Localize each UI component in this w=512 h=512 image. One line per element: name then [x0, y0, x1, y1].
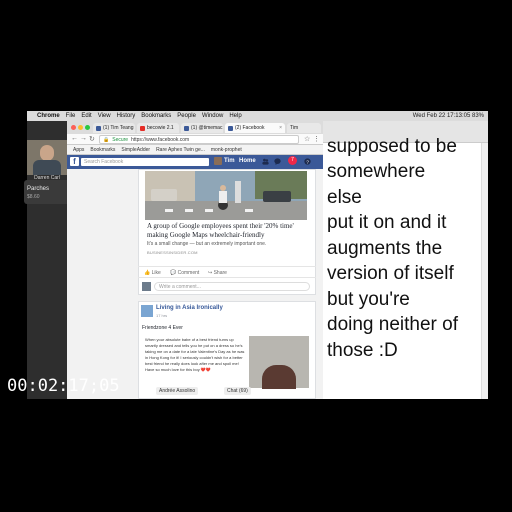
post-action-bar: 👍 Like 💬 Comment ↪ Share: [138, 266, 316, 278]
facebook-favicon-icon: [96, 125, 101, 131]
link-headline[interactable]: A group of Google employees spent their …: [147, 222, 307, 240]
link-domain: BUSINESSINSIDER.COM: [147, 250, 198, 255]
messages-icon[interactable]: [274, 158, 281, 165]
friend-requests-icon[interactable]: [262, 158, 269, 165]
editor-line: somewhere: [327, 161, 426, 182]
menu-item-help[interactable]: Help: [229, 113, 241, 119]
tab-bar: (1) Tim Teang becowie 2.1 (1) @timemac (…: [67, 121, 323, 134]
like-button[interactable]: 👍 Like: [144, 270, 161, 276]
link-description: It's a small change — but an extremely i…: [147, 241, 267, 247]
tab-tim-teang[interactable]: (1) Tim Teang: [93, 123, 135, 133]
comment-label: Comment: [177, 270, 200, 276]
window-zoom-icon[interactable]: [85, 125, 90, 130]
menu-item-history[interactable]: History: [117, 113, 136, 119]
profile-name-link[interactable]: Tim: [224, 158, 235, 164]
window-minimize-icon[interactable]: [78, 125, 83, 130]
tab-label: (1) @timemac: [191, 125, 223, 131]
bookmark-apps[interactable]: Apps: [73, 147, 84, 153]
window-close-icon[interactable]: [71, 125, 76, 130]
editor-line: supposed to be: [327, 136, 457, 157]
url-input[interactable]: 🔒 Secure https://www.facebook.com: [99, 135, 299, 144]
tab-label: Tim: [290, 125, 299, 131]
editor-scrollbar[interactable]: [481, 143, 488, 399]
close-tab-icon[interactable]: ×: [279, 125, 282, 131]
editor-line: augments the: [327, 238, 443, 259]
post-footer: Andrée Assolino Chat (69): [140, 387, 312, 396]
post-timestamp[interactable]: 17 hrs: [156, 313, 167, 318]
comment-input[interactable]: Write a comment...: [154, 282, 310, 291]
tab-label: (1) Tim Teang: [103, 125, 134, 131]
commenter-avatar: [142, 282, 151, 291]
tab-timemac[interactable]: (1) @timemac: [181, 123, 223, 133]
comment-icon: 💬: [170, 270, 177, 276]
editor-line: put it on and it: [327, 212, 447, 233]
share-label: Share: [213, 270, 227, 276]
url-text: https://www.facebook.com: [131, 136, 190, 143]
lock-icon: 🔒: [103, 136, 110, 143]
street-photo-image[interactable]: [145, 171, 307, 220]
comment-button[interactable]: 💬 Comment: [170, 270, 199, 276]
menu-item-view[interactable]: View: [98, 113, 111, 119]
help-question-icon[interactable]: ?: [304, 158, 311, 165]
page-name-link[interactable]: Living in Asia Ironically: [156, 305, 223, 311]
tab-tim[interactable]: Tim: [287, 123, 321, 133]
editor-line: doing neither of: [327, 314, 458, 335]
tab-becowie[interactable]: becowie 2.1: [137, 123, 179, 133]
webcam-preview: [27, 140, 67, 175]
post-body-text: When your absolute babe of a best friend…: [145, 337, 245, 372]
tagged-user-chip[interactable]: Andrée Assolino: [156, 387, 199, 395]
facebook-favicon-icon: [184, 125, 189, 131]
menu-status-clock: Wed Feb 22 17:13:05 83%: [412, 113, 484, 119]
svg-text:?: ?: [306, 159, 309, 165]
editor-line: those :D: [327, 340, 398, 361]
home-link[interactable]: Home: [239, 158, 256, 164]
bookmark-aphex-twin[interactable]: Rare Aphex Twin ge...: [156, 147, 205, 153]
editor-line: else: [327, 187, 362, 208]
menu-bar: Chrome File Edit View History Bookmarks …: [27, 111, 488, 121]
reload-icon[interactable]: ↻: [89, 135, 95, 143]
bookmarks-bar: Apps Bookmarks SimpleAdder Rare Aphex Tw…: [67, 145, 323, 155]
webcam-person-body: [33, 160, 61, 175]
back-arrow-icon[interactable]: ←: [71, 135, 78, 142]
chat-sidebar-button[interactable]: Chat (69): [224, 387, 251, 395]
menu-dots-icon[interactable]: ⋮: [313, 135, 320, 143]
thumbs-up-icon: 👍: [144, 270, 151, 276]
menu-item-window[interactable]: Window: [202, 113, 223, 119]
secure-label: Secure: [112, 136, 129, 143]
bookmark-simpleadder[interactable]: SimpleAdder: [121, 147, 150, 153]
post-caption: Friendzone 4 Ever: [142, 325, 183, 331]
webcam-person-head: [40, 145, 54, 161]
menu-item-edit[interactable]: Edit: [81, 113, 91, 119]
facebook-search-input[interactable]: Search Facebook: [81, 158, 209, 166]
menu-item-people[interactable]: People: [177, 113, 196, 119]
page-avatar[interactable]: [141, 305, 153, 317]
facebook-favicon-icon: [228, 125, 233, 131]
tab-label: (2) Facebook: [235, 125, 265, 131]
share-button[interactable]: ↪ Share: [208, 270, 227, 276]
like-label: Like: [151, 270, 161, 276]
share-icon: ↪: [208, 270, 213, 276]
editor-line: but you're: [327, 289, 410, 310]
menu-item-bookmarks[interactable]: Bookmarks: [141, 113, 171, 119]
profile-avatar[interactable]: [214, 157, 222, 165]
forward-arrow-icon[interactable]: →: [80, 135, 87, 142]
tab-facebook-active[interactable]: (2) Facebook ×: [225, 123, 285, 133]
notifications-badge[interactable]: 7: [288, 156, 297, 165]
call-contact-name: Parches: [27, 186, 50, 192]
bookmark-bookmarks[interactable]: Bookmarks: [90, 147, 115, 153]
editor-line: version of itself: [327, 263, 454, 284]
meme-photo-person: [262, 365, 296, 389]
youtube-favicon-icon: [140, 125, 145, 131]
menu-app-name[interactable]: Chrome: [37, 113, 60, 119]
star-bookmark-icon[interactable]: ☆: [304, 135, 310, 143]
call-time: $8.60: [27, 194, 40, 200]
facebook-logo[interactable]: f: [70, 157, 79, 166]
video-timestamp: 00:02:17;05: [7, 376, 120, 396]
bookmark-monk-prophet[interactable]: monk-prophet: [211, 147, 242, 153]
tab-label: becowie 2.1: [147, 125, 174, 131]
menu-item-file[interactable]: File: [66, 113, 76, 119]
